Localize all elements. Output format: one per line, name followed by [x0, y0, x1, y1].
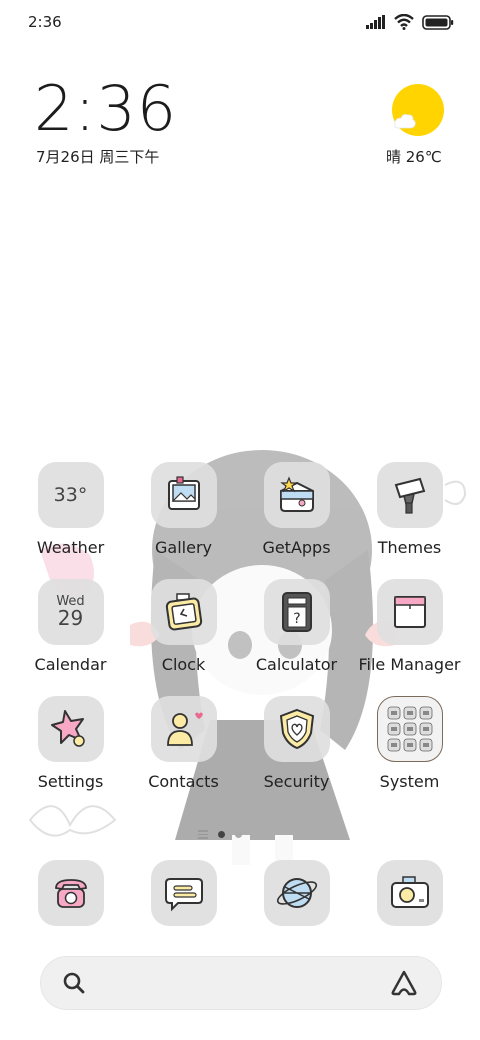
- app-system-folder[interactable]: System: [353, 696, 466, 791]
- app-label-settings: Settings: [37, 772, 104, 791]
- app-label-calendar: Calendar: [34, 655, 107, 674]
- dock: [14, 860, 466, 926]
- contacts-icon[interactable]: [150, 696, 217, 762]
- camera-icon[interactable]: [376, 860, 443, 926]
- getapps-icon[interactable]: [263, 462, 330, 528]
- app-calculator[interactable]: ? Calculator: [240, 579, 353, 674]
- app-file-manager[interactable]: File Manager: [353, 579, 466, 674]
- settings-icon[interactable]: [37, 696, 104, 762]
- app-security[interactable]: Security: [240, 696, 353, 791]
- calculator-icon[interactable]: ?: [263, 579, 330, 645]
- signal-icon: [366, 15, 385, 29]
- wifi-icon: [394, 14, 414, 30]
- app-label-file-manager: File Manager: [358, 655, 461, 674]
- app-label-weather: Weather: [36, 538, 105, 557]
- themes-icon[interactable]: [376, 462, 443, 528]
- battery-icon: [422, 14, 454, 30]
- app-label-security: Security: [263, 772, 330, 791]
- app-themes[interactable]: Themes: [353, 462, 466, 557]
- clock-widget-date: 7月26日 周三下午: [36, 148, 160, 166]
- calendar-icon-date: 29: [57, 606, 84, 631]
- file-manager-icon[interactable]: [376, 579, 443, 645]
- assistant-icon[interactable]: [389, 969, 419, 997]
- sun-icon[interactable]: [390, 82, 446, 138]
- app-gallery[interactable]: Gallery: [127, 462, 240, 557]
- system-folder-icon[interactable]: [376, 696, 443, 762]
- browser-icon[interactable]: [263, 860, 330, 926]
- app-contacts[interactable]: Contacts: [127, 696, 240, 791]
- messages-icon[interactable]: [150, 860, 217, 926]
- page-menu-icon: [198, 830, 208, 839]
- dock-camera[interactable]: [353, 860, 466, 926]
- app-label-themes: Themes: [377, 538, 442, 557]
- app-label-clock: Clock: [161, 655, 206, 674]
- app-label-gallery: Gallery: [155, 538, 212, 557]
- page-dot[interactable]: [235, 830, 242, 838]
- weather-icon-temp: 33°: [53, 484, 88, 506]
- gallery-icon[interactable]: [150, 462, 217, 528]
- app-settings[interactable]: Settings: [14, 696, 127, 791]
- app-label-calculator: Calculator: [255, 655, 338, 674]
- clock-widget-time[interactable]: 2:36: [34, 78, 177, 140]
- phone-icon[interactable]: [37, 860, 104, 926]
- dock-messages[interactable]: [127, 860, 240, 926]
- calendar-icon[interactable]: Wed 29: [37, 579, 104, 645]
- app-clock[interactable]: Clock: [127, 579, 240, 674]
- weather-widget-text: 晴 26℃: [386, 148, 442, 166]
- dock-phone[interactable]: [14, 860, 127, 926]
- page-indicator[interactable]: [198, 830, 242, 839]
- status-time: 2:36: [28, 13, 62, 31]
- clock-icon[interactable]: [150, 579, 217, 645]
- status-icons: [366, 14, 454, 30]
- app-grid: 33° Weather Gallery GetApps Themes Wed 2…: [14, 462, 466, 791]
- app-calendar[interactable]: Wed 29 Calendar: [14, 579, 127, 674]
- security-icon[interactable]: [263, 696, 330, 762]
- app-label-getapps: GetApps: [262, 538, 331, 557]
- weather-icon[interactable]: 33°: [37, 462, 104, 528]
- search-bar[interactable]: [40, 956, 442, 1010]
- app-getapps[interactable]: GetApps: [240, 462, 353, 557]
- page-dot-active[interactable]: [218, 830, 225, 838]
- app-label-contacts: Contacts: [148, 772, 219, 791]
- app-label-system: System: [379, 772, 440, 791]
- svg-text:?: ?: [293, 611, 300, 627]
- app-weather[interactable]: 33° Weather: [14, 462, 127, 557]
- status-bar: 2:36: [0, 0, 480, 44]
- dock-browser[interactable]: [240, 860, 353, 926]
- search-icon[interactable]: [61, 970, 87, 996]
